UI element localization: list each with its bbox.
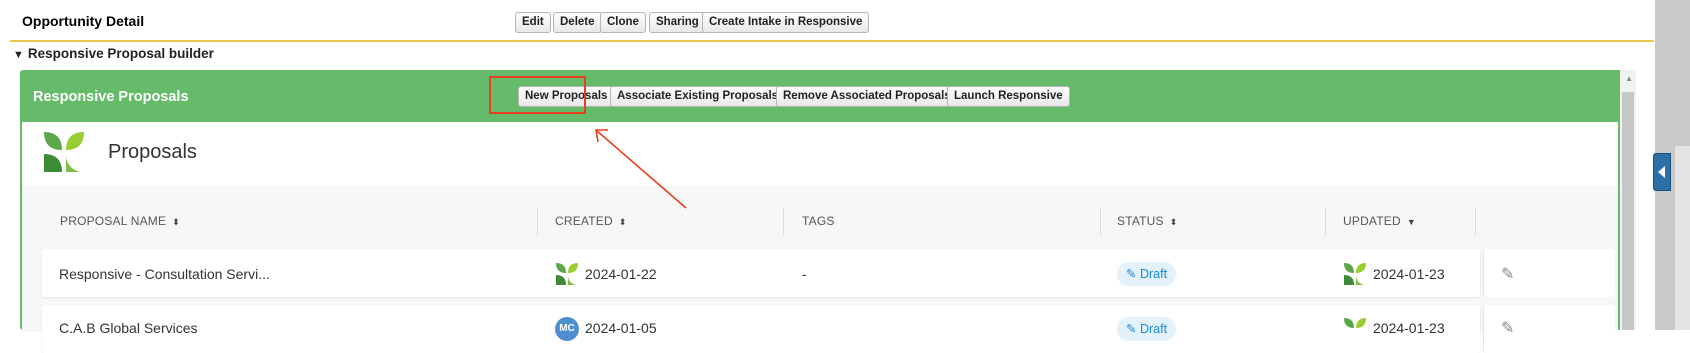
column-header-updated[interactable]: UPDATED ▼ bbox=[1343, 214, 1416, 228]
updater-logo-icon bbox=[1344, 263, 1366, 285]
side-panel-toggle[interactable] bbox=[1653, 153, 1671, 191]
updated-date: 2024-01-23 bbox=[1373, 266, 1445, 282]
highlight-box bbox=[489, 76, 586, 114]
panel-scrollbar[interactable]: ▲ bbox=[1620, 70, 1636, 330]
column-header-tags: TAGS bbox=[802, 214, 835, 228]
scroll-up-icon[interactable]: ▲ bbox=[1625, 74, 1633, 83]
section-label: Responsive Proposal builder bbox=[27, 46, 214, 61]
pencil-icon[interactable]: ✎ bbox=[1501, 264, 1514, 284]
column-label: PROPOSAL NAME bbox=[60, 214, 167, 228]
updated-date: 2024-01-23 bbox=[1373, 320, 1445, 336]
status-badge: ✎ Draft bbox=[1117, 262, 1177, 286]
creator-logo-icon bbox=[556, 263, 578, 285]
delete-button[interactable]: Delete bbox=[553, 12, 602, 33]
column-label: TAGS bbox=[802, 214, 835, 228]
annotation-arrow-icon bbox=[595, 129, 687, 209]
column-divider bbox=[1100, 208, 1101, 236]
page-title: Opportunity Detail bbox=[22, 13, 145, 29]
column-label: CREATED bbox=[555, 214, 613, 228]
column-divider bbox=[783, 208, 784, 236]
title-divider bbox=[10, 40, 1654, 42]
proposals-title: Proposals bbox=[108, 141, 197, 163]
edit-button[interactable]: Edit bbox=[515, 12, 551, 33]
sort-icon[interactable]: ⬍ bbox=[172, 217, 180, 227]
tags-value: - bbox=[802, 266, 807, 282]
created-date: 2024-01-05 bbox=[585, 320, 657, 336]
column-divider bbox=[1475, 208, 1476, 236]
updater-logo-icon bbox=[1344, 318, 1366, 328]
launch-responsive-button[interactable]: Launch Responsive bbox=[947, 86, 1070, 107]
sort-icon[interactable]: ⬍ bbox=[1170, 217, 1178, 227]
clone-button[interactable]: Clone bbox=[600, 12, 646, 33]
panel-title: Responsive Proposals bbox=[33, 89, 189, 105]
proposals-header: Proposals bbox=[22, 122, 1618, 186]
triangle-down-icon: ▼ bbox=[13, 49, 24, 61]
proposal-name[interactable]: Responsive - Consultation Servi... bbox=[59, 266, 270, 282]
column-divider bbox=[1325, 208, 1326, 236]
table-row[interactable] bbox=[42, 305, 1480, 353]
proposal-name[interactable]: C.A.B Global Services bbox=[59, 320, 198, 336]
column-label: STATUS bbox=[1117, 214, 1164, 228]
create-intake-button[interactable]: Create Intake in Responsive bbox=[702, 12, 870, 33]
column-header-status[interactable]: STATUS ⬍ bbox=[1117, 214, 1178, 228]
scrollbar-thumb[interactable] bbox=[1622, 92, 1634, 330]
created-date: 2024-01-22 bbox=[585, 266, 657, 282]
column-header-created[interactable]: CREATED ⬍ bbox=[555, 214, 627, 228]
column-label: UPDATED bbox=[1343, 214, 1401, 228]
draft-icon: ✎ bbox=[1126, 322, 1140, 336]
column-divider bbox=[537, 208, 538, 236]
status-label: Draft bbox=[1139, 322, 1168, 336]
draft-icon: ✎ bbox=[1126, 267, 1140, 281]
responsive-logo-icon bbox=[44, 132, 84, 172]
remove-associated-proposals-button[interactable]: Remove Associated Proposals bbox=[776, 86, 958, 107]
associate-existing-proposals-button[interactable]: Associate Existing Proposals bbox=[610, 86, 786, 107]
sharing-button[interactable]: Sharing bbox=[649, 12, 706, 33]
status-label: Draft bbox=[1139, 267, 1168, 281]
pencil-icon[interactable]: ✎ bbox=[1501, 318, 1514, 338]
avatar: MC bbox=[555, 317, 579, 341]
column-header-proposal-name[interactable]: PROPOSAL NAME ⬍ bbox=[60, 214, 180, 228]
section-toggle[interactable]: ▼ Responsive Proposal builder bbox=[13, 46, 214, 61]
window-scrollbar-thumb[interactable] bbox=[1675, 146, 1690, 330]
chevron-left-icon bbox=[1658, 166, 1665, 178]
status-badge: ✎ Draft bbox=[1117, 317, 1177, 341]
sort-icon[interactable]: ⬍ bbox=[619, 217, 627, 227]
sort-desc-icon[interactable]: ▼ bbox=[1407, 217, 1416, 227]
